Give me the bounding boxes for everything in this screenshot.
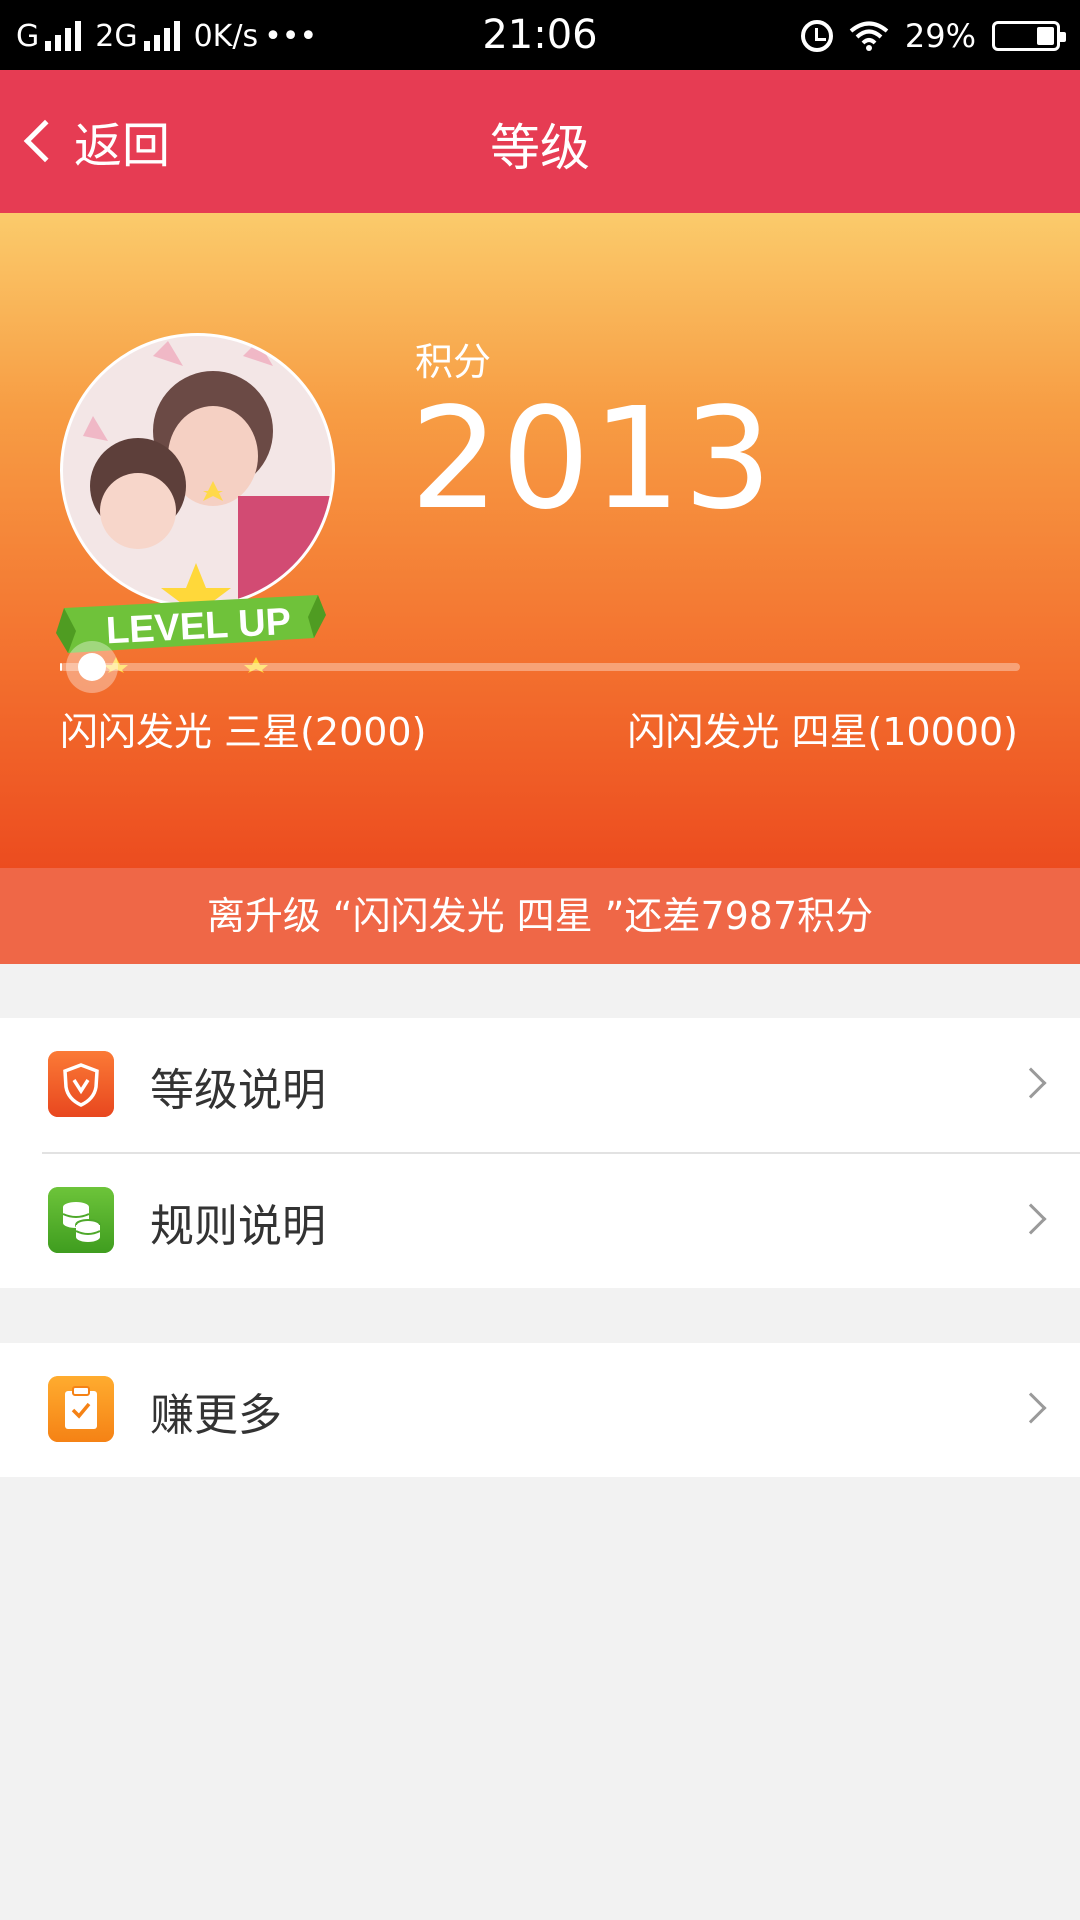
chevron-right-icon: [1015, 1203, 1047, 1235]
menu-item-label: 赚更多: [150, 1390, 282, 1441]
upgrade-notice: 离升级 “闪闪发光 四星 ”还差7987积分: [0, 868, 1080, 964]
current-level-label: 闪闪发光 三星(2000): [60, 710, 427, 754]
menu-item-label: 规则说明: [150, 1201, 326, 1252]
clipboard-check-icon: [48, 1376, 114, 1442]
score-value: 2013: [410, 378, 775, 541]
page-title: 等级: [490, 119, 590, 177]
status-right: 29%: [800, 14, 1066, 58]
menu-group-earn: 赚更多: [0, 1343, 1080, 1477]
status-bar: G 2G 0K/s ••• 21:06 29%: [0, 0, 1080, 70]
menu-item-level-info[interactable]: 等级说明: [0, 1018, 1080, 1152]
level-up-text: LEVEL UP: [105, 601, 292, 653]
level-hero: LEVEL UP 积分 2013 闪闪发光 三星(2000) 闪闪发光 四星(1…: [0, 213, 1080, 868]
menu-item-earn-more[interactable]: 赚更多: [0, 1343, 1080, 1477]
menu-group-info: 等级说明 规则说明: [0, 1018, 1080, 1288]
nav-header: 返回 等级: [0, 70, 1080, 213]
wifi-icon: [849, 21, 889, 51]
alarm-icon: [800, 20, 833, 52]
battery-percent: 29%: [904, 17, 976, 55]
chevron-right-icon: [1015, 1392, 1047, 1424]
level-progress-fill: [60, 663, 62, 671]
next-level-label: 闪闪发光 四星(10000): [627, 710, 1018, 754]
shield-icon: [48, 1051, 114, 1117]
level-progress-knob: [66, 641, 118, 693]
menu-item-rules-info[interactable]: 规则说明: [0, 1154, 1080, 1288]
chevron-right-icon: [1015, 1067, 1047, 1099]
battery-icon: [992, 21, 1066, 51]
coins-icon: [48, 1187, 114, 1253]
level-progress-track: [60, 663, 1020, 671]
menu-item-label: 等级说明: [150, 1065, 326, 1116]
